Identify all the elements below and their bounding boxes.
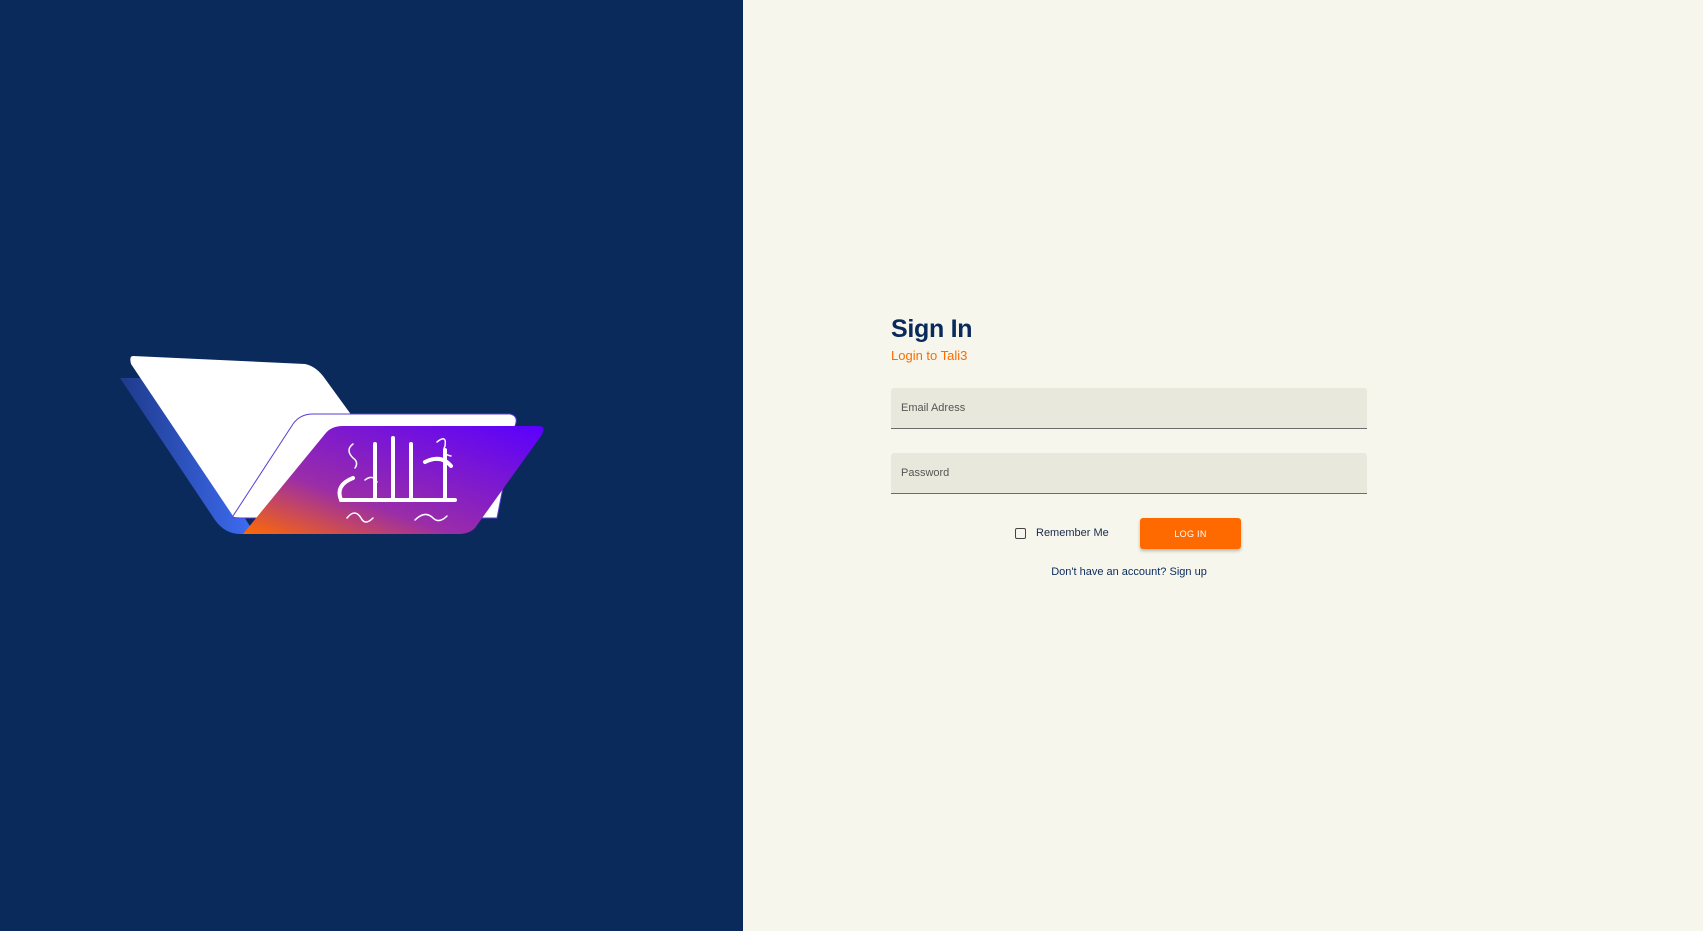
signup-prompt-text: Don't have an account?	[1051, 566, 1167, 578]
signin-panel: Sign In Login to Tali3 Remember Me LOG I…	[743, 0, 1703, 931]
password-field[interactable]	[891, 453, 1367, 493]
signup-prompt: Don't have an account? Sign up	[891, 566, 1367, 578]
form-actions: Remember Me LOG IN	[891, 518, 1367, 550]
folder-calligraphy-logo-icon	[120, 356, 544, 534]
signin-form: Sign In Login to Tali3 Remember Me LOG I…	[891, 312, 1367, 578]
email-field-container	[891, 388, 1367, 429]
remember-me-toggle[interactable]: Remember Me	[1015, 527, 1109, 539]
page-subtitle: Login to Tali3	[891, 348, 968, 363]
page-title: Sign In	[891, 315, 973, 343]
brand-panel	[0, 0, 743, 931]
remember-me-label: Remember Me	[1036, 527, 1109, 539]
email-field[interactable]	[891, 388, 1367, 428]
signup-link[interactable]: Sign up	[1170, 566, 1207, 578]
login-button[interactable]: LOG IN	[1140, 518, 1241, 549]
password-field-container	[891, 453, 1367, 494]
login-page: Sign In Login to Tali3 Remember Me LOG I…	[0, 0, 1703, 931]
remember-me-checkbox[interactable]	[1015, 527, 1026, 539]
